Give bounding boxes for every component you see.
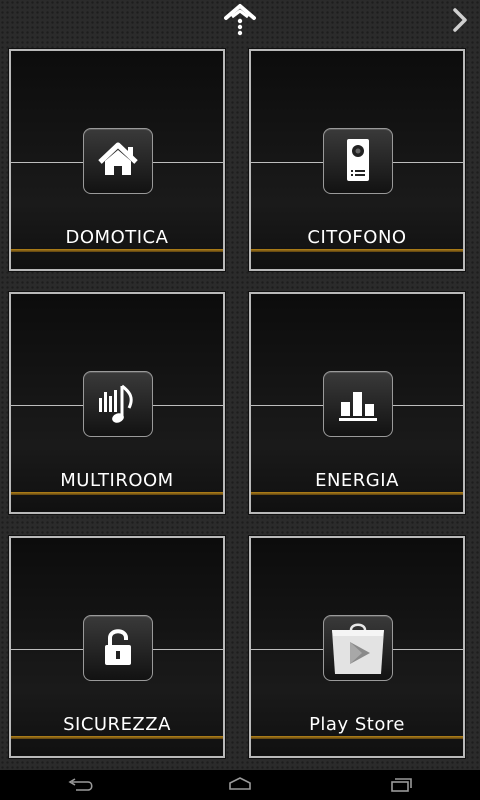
accent-line [251,492,463,495]
tile-domotica[interactable]: DOMOTICA [9,49,225,271]
tile-citofono[interactable]: CITOFONO [249,49,465,271]
tile-sicurezza[interactable]: SICUREZZA [9,536,225,758]
tile-play-store[interactable]: Play Store [249,536,465,758]
tile-label: CITOFONO [307,227,407,248]
tile-label: DOMOTICA [65,227,169,248]
chevron-right-icon[interactable] [446,6,474,34]
home-menu-icon[interactable] [222,2,258,36]
accent-line [11,492,223,495]
accent-line [251,736,463,739]
padlock-icon [83,615,153,681]
home-outline-icon[interactable] [220,774,260,796]
accent-line [11,249,223,252]
recent-apps-icon[interactable] [380,774,420,796]
bar-chart-icon [323,371,393,437]
accent-line [11,736,223,739]
tile-multiroom[interactable]: MULTIROOM [9,292,225,514]
tile-label: MULTIROOM [60,470,174,491]
play-store-icon [323,615,393,681]
navigation-bar [0,770,480,800]
house-icon [83,128,153,194]
top-bar [0,0,480,40]
tile-label: Play Store [309,714,405,735]
tile-label: ENERGIA [315,470,399,491]
tile-label: SICUREZZA [63,714,171,735]
tile-energia[interactable]: ENERGIA [249,292,465,514]
music-icon [83,371,153,437]
accent-line [251,249,463,252]
back-icon[interactable] [60,774,100,796]
intercom-icon [323,128,393,194]
